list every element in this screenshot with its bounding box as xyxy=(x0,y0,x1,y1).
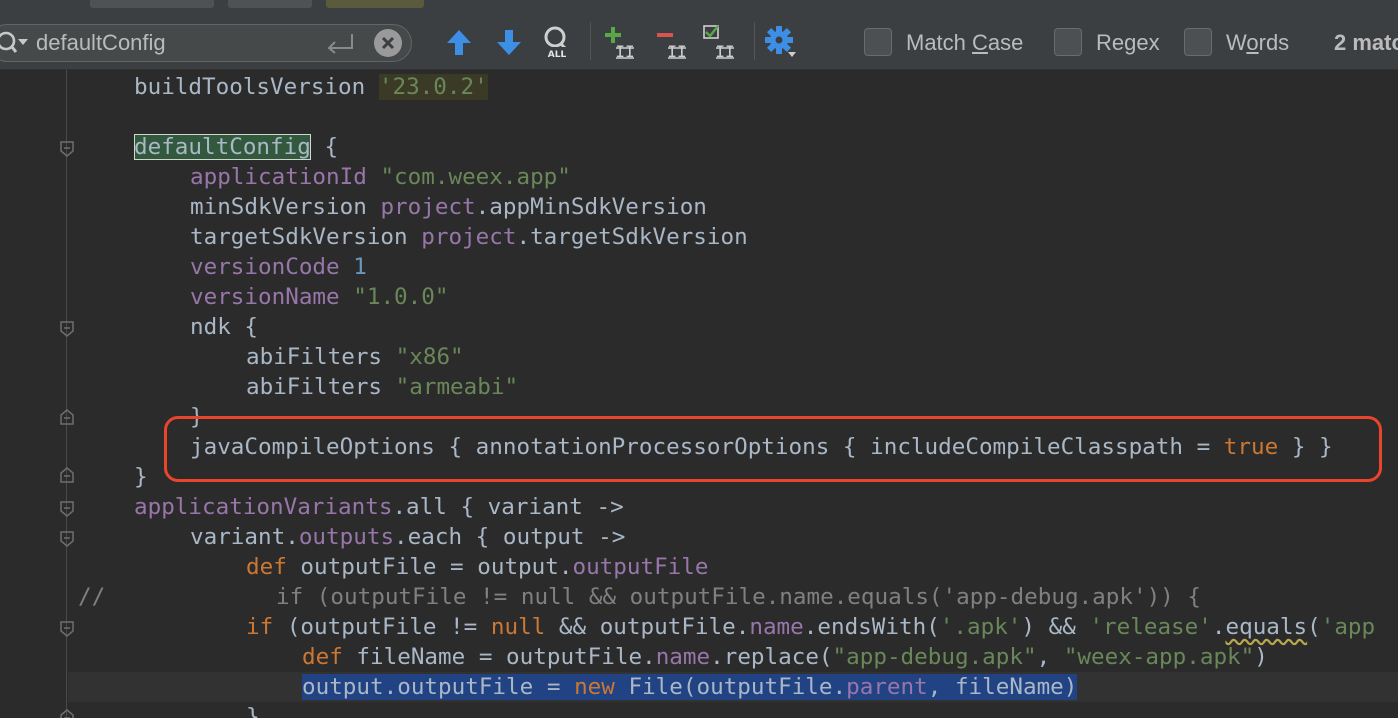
code-line[interactable]: def fileName = outputFile.name.replace("… xyxy=(302,642,1268,672)
enter-icon xyxy=(327,34,353,54)
string-literal: '23.0.2' xyxy=(378,74,488,100)
words-checkbox[interactable] xyxy=(1184,28,1212,56)
arrow-up-icon[interactable] xyxy=(442,24,476,60)
comment-marker[interactable]: // xyxy=(78,582,105,612)
fold-end-marker-icon[interactable] xyxy=(58,466,76,484)
remove-occurrence-icon[interactable]: II xyxy=(654,24,688,60)
inspection-warning: equals xyxy=(1225,614,1308,640)
annotation-highlight-box xyxy=(164,416,1382,482)
toggle-occurrence-icon[interactable]: II xyxy=(702,24,736,60)
code-line[interactable]: targetSdkVersion project.targetSdkVersio… xyxy=(190,222,748,252)
code-line-commented[interactable]: if (outputFile != null && outputFile.nam… xyxy=(276,582,1201,612)
search-match: defaultConfig xyxy=(134,134,311,160)
code-line[interactable]: } xyxy=(246,702,260,718)
code-line[interactable]: abiFilters "armeabi" xyxy=(246,372,518,402)
regex-label[interactable]: Regex xyxy=(1096,26,1160,60)
svg-text:ALL: ALL xyxy=(548,50,567,60)
match-case-label[interactable]: Match Case xyxy=(906,26,1023,60)
toolbar-separator xyxy=(754,22,755,60)
code-line[interactable]: if (outputFile != null && outputFile.nam… xyxy=(246,612,1375,642)
code-line[interactable]: defaultConfig { xyxy=(134,132,338,162)
tab-stub[interactable] xyxy=(228,0,312,8)
clear-search-button[interactable] xyxy=(374,29,402,57)
find-toolbar: ALL II II II Ma xyxy=(0,0,1398,70)
toolbar-separator xyxy=(590,22,591,60)
code-line[interactable]: variant.outputs.each { output -> xyxy=(190,522,625,552)
code-line[interactable]: versionCode 1 xyxy=(190,252,367,282)
tab-stub[interactable] xyxy=(326,0,424,8)
fold-marker-icon[interactable] xyxy=(58,530,76,548)
fold-end-marker-icon[interactable] xyxy=(58,408,76,426)
add-occurrence-icon[interactable]: II xyxy=(602,24,636,60)
tab-stub[interactable] xyxy=(90,0,214,8)
fold-marker-icon[interactable] xyxy=(58,500,76,518)
gear-icon[interactable] xyxy=(764,24,798,60)
code-line[interactable]: versionName "1.0.0" xyxy=(190,282,448,312)
fold-marker-icon[interactable] xyxy=(58,620,76,638)
search-history-icon[interactable] xyxy=(0,30,30,56)
select-all-occurrences-icon[interactable]: ALL xyxy=(540,24,574,60)
close-icon xyxy=(381,36,395,50)
code-line[interactable]: minSdkVersion project.appMinSdkVersion xyxy=(190,192,707,222)
code-line[interactable]: buildToolsVersion '23.0.2' xyxy=(134,72,488,102)
code-line[interactable]: abiFilters "x86" xyxy=(246,342,464,372)
code-line[interactable]: applicationVariants.all { variant -> xyxy=(134,492,624,522)
code-line[interactable]: def outputFile = output.outputFile xyxy=(246,552,709,582)
fold-marker-icon[interactable] xyxy=(58,320,76,338)
fold-end-marker-icon[interactable] xyxy=(58,708,76,718)
regex-checkbox[interactable] xyxy=(1054,28,1082,56)
match-case-checkbox[interactable] xyxy=(864,28,892,56)
code-line-selected[interactable]: output.outputFile = new File(outputFile.… xyxy=(302,672,1078,702)
code-line[interactable]: applicationId "com.weex.app" xyxy=(190,162,571,192)
words-label[interactable]: Words xyxy=(1226,26,1289,60)
code-line[interactable]: ndk { xyxy=(190,312,258,342)
code-line[interactable]: } xyxy=(134,462,148,492)
search-input[interactable] xyxy=(36,24,316,62)
arrow-down-icon[interactable] xyxy=(492,24,526,60)
match-count: 2 matc xyxy=(1334,30,1398,55)
code-editor[interactable]: buildToolsVersion '23.0.2' defaultConfig… xyxy=(0,70,1398,718)
fold-marker-icon[interactable] xyxy=(58,140,76,158)
